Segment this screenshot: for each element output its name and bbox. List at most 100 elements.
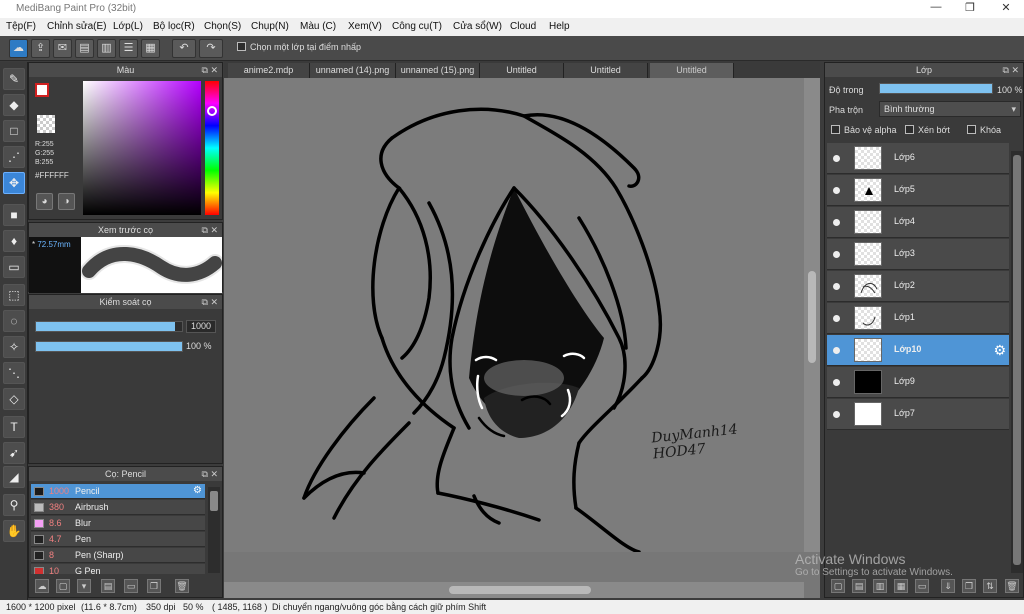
document-icon[interactable]: ▥ [97,39,116,58]
saturation-value-picker[interactable] [83,81,201,215]
operation-tool-icon[interactable]: ➹ [3,442,25,464]
layer-item-9[interactable]: Lớp9 [827,367,1009,398]
panel-popout-close-icon[interactable]: ⧉ ✕ [202,223,218,237]
canvas-horizontal-scroll-thumb[interactable] [449,586,591,594]
protect-alpha-checkbox[interactable] [831,125,840,134]
menu-filter[interactable]: Bộ lọc(R) [153,21,195,32]
menu-help[interactable]: Help [549,21,570,32]
brush-delete-icon[interactable]: 🗑 [175,579,189,593]
grid-icon[interactable]: ▦ [141,39,160,58]
tab-untitled-1[interactable]: Untitled [480,63,564,78]
menu-cloud[interactable]: Cloud [510,21,536,32]
protect-alpha-option[interactable]: Bảo vệ alpha [831,125,897,135]
layer-settings-gear-icon[interactable]: ⚙ [993,342,1006,359]
brush-size-value[interactable]: 1000 [186,320,216,333]
layer-copy-icon[interactable]: ▦ [894,579,908,593]
fill-rect-tool-icon[interactable]: ■ [3,204,25,226]
layer-opacity-slider[interactable] [879,83,993,94]
layer-item-1[interactable]: Lớp1 [827,303,1009,334]
menu-color[interactable]: Màu (C) [300,21,336,32]
foreground-color-swatch[interactable] [35,83,49,97]
brush-item-pencil[interactable]: 1000 Pencil ⚙ [31,484,205,499]
hue-slider[interactable] [205,81,219,215]
brush-list-scrollbar[interactable] [208,487,220,573]
layer-list-scrollbar[interactable] [1011,151,1023,573]
brush-cloud-icon[interactable]: ☁ [35,579,49,593]
menu-tools[interactable]: Công cụ(T) [392,21,442,32]
eye-icon[interactable] [833,315,840,322]
brush-duplicate-icon[interactable]: ❐ [147,579,161,593]
clipping-option[interactable]: Xén bớt [905,125,950,135]
comment-icon[interactable]: ✉ [53,39,72,58]
eye-icon[interactable] [833,283,840,290]
menu-view[interactable]: Xem(V) [348,21,382,32]
layer-merge-icon[interactable]: ⇓ [941,579,955,593]
brush-item-g-pen[interactable]: 10 G Pen [31,564,205,574]
lock-option[interactable]: Khóa [967,125,1001,135]
brush-folder-icon[interactable]: ▭ [124,579,138,593]
menu-select[interactable]: Chọn(S) [204,21,241,32]
brush-settings-gear-icon[interactable]: ⚙ [193,485,202,496]
bucket-tool-icon[interactable]: ♦ [3,230,25,252]
eye-icon[interactable] [833,411,840,418]
blend-mode-select[interactable]: Bình thường ▾ [879,101,1021,117]
color-mix-icon[interactable]: ◑ [58,193,75,210]
layer-item-6[interactable]: Lớp6 [827,143,1009,174]
brush-menu-icon[interactable]: ▾ [77,579,91,593]
canvas-vertical-scroll-thumb[interactable] [808,271,816,363]
select-pen-icon[interactable]: ⋱ [3,362,25,384]
new-halftone-layer-icon[interactable]: ▤ [852,579,866,593]
tab-unnamed-15[interactable]: unnamed (15).png [396,63,480,78]
layer-item-5[interactable]: Lớp5 [827,175,1009,206]
clipping-checkbox[interactable] [905,125,914,134]
brush-item-pen[interactable]: 4.7 Pen [31,532,205,547]
tab-unnamed-14[interactable]: unnamed (14).png [310,63,396,78]
canvas-vertical-scrollbar[interactable] [804,78,820,552]
brush-size-slider[interactable] [35,321,183,332]
brush-item-pen-sharp[interactable]: 8 Pen (Sharp) [31,548,205,563]
panel-icon[interactable]: ▤ [75,39,94,58]
redo-icon[interactable]: ↷ [199,39,223,58]
eyedropper-icon[interactable]: ⚲ [3,494,25,516]
hand-tool-icon[interactable]: ✋ [3,520,25,542]
layer-item-10[interactable]: Lớp10 ⚙ [827,335,1009,366]
text-tool-icon[interactable]: T [3,416,25,438]
new-layer-icon[interactable]: ▢ [831,579,845,593]
eye-icon[interactable] [833,347,840,354]
palette-icon[interactable]: ◕ [36,193,53,210]
divide-tool-icon[interactable]: ◢ [3,466,25,488]
canvas-horizontal-scrollbar[interactable] [224,582,804,598]
menu-snap[interactable]: Chụp(N) [251,21,289,32]
panel-popout-close-icon[interactable]: ⧉ ✕ [1003,63,1019,77]
lasso-icon[interactable]: ◌ [3,310,25,332]
brush-item-blur[interactable]: 8.6 Blur [31,516,205,531]
close-button[interactable]: ✕ [986,1,1024,17]
gradient-tool-icon[interactable]: ▭ [3,256,25,278]
brush-opacity-slider[interactable] [35,341,183,352]
menu-file[interactable]: Tệp(F) [6,21,36,32]
new-8bit-layer-icon[interactable]: ▥ [873,579,887,593]
eye-icon[interactable] [833,379,840,386]
eye-icon[interactable] [833,155,840,162]
eraser-tool-icon[interactable]: ◆ [3,94,25,116]
select-rect-icon[interactable]: ⬚ [3,284,25,306]
drawing-canvas[interactable]: DuyManh14 HOD47 [224,78,804,554]
layer-item-2[interactable]: Lớp2 [827,271,1009,302]
dot-line-tool-icon[interactable]: ⋰ [3,146,25,168]
brush-tool-icon[interactable]: ✎ [3,68,25,90]
upload-icon[interactable]: ⇪ [31,39,50,58]
brush-copy-icon[interactable]: ▤ [101,579,115,593]
lock-checkbox[interactable] [967,125,976,134]
cloud-icon[interactable]: ☁ [9,39,28,58]
layer-item-7[interactable]: Lớp7 [827,399,1009,430]
layer-duplicate-icon[interactable]: ❐ [962,579,976,593]
eye-icon[interactable] [833,251,840,258]
rectangle-tool-icon[interactable]: □ [3,120,25,142]
brush-list-scroll-thumb[interactable] [210,491,218,511]
layer-delete-icon[interactable]: 🗑 [1005,579,1019,593]
panel-popout-close-icon[interactable]: ⧉ ✕ [202,63,218,77]
panel-popout-close-icon[interactable]: ⧉ ✕ [202,467,218,481]
eye-icon[interactable] [833,187,840,194]
menu-layer[interactable]: Lớp(L) [113,21,143,32]
new-brush-icon[interactable]: ▢ [56,579,70,593]
